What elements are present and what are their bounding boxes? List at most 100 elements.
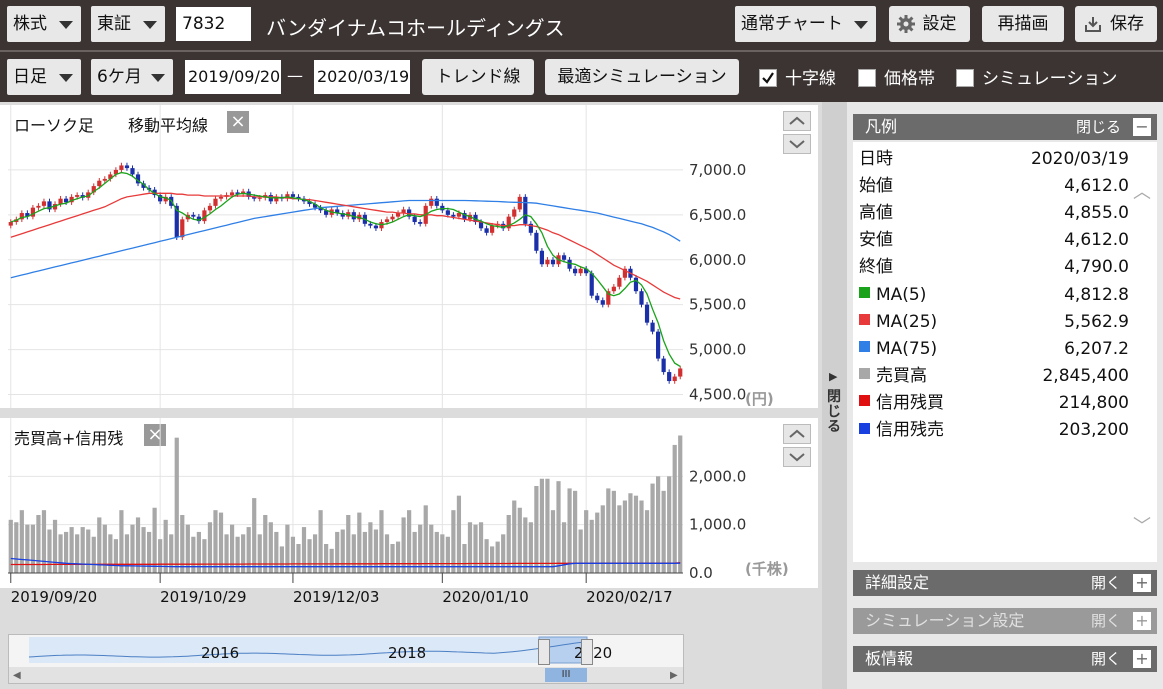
date-to-input[interactable]: 2020/03/19: [314, 60, 410, 94]
volume-bar: [19, 510, 24, 573]
volume-bar: [484, 539, 489, 573]
navigator-right-handle[interactable]: [581, 639, 593, 665]
candle-body: [75, 195, 80, 197]
candle-body: [218, 196, 224, 199]
legend-key: 信用残買: [859, 390, 944, 417]
candle-body: [611, 286, 616, 292]
section-open-label[interactable]: 開く: [1091, 608, 1121, 634]
legend-row: MA(25) 5,562.9: [859, 309, 1129, 336]
volume-bar: [639, 500, 644, 573]
trendline-button[interactable]: トレンド線: [422, 59, 534, 95]
legend-value: 203,200: [1058, 420, 1129, 440]
settings-label: 設定: [922, 14, 957, 34]
volume-bar: [423, 505, 428, 573]
volume-bar: [628, 493, 633, 573]
expand-icon[interactable]: +: [1133, 574, 1151, 592]
y-tick-label: 2,000.0: [689, 467, 746, 485]
candle-body: [124, 165, 130, 169]
section-header[interactable]: シミュレーション設定 開く +: [853, 608, 1157, 634]
legend-toggle-strip[interactable]: ▶ 閉じる: [822, 102, 847, 689]
candle-body: [373, 225, 379, 229]
scroll-left-icon[interactable]: ◀: [13, 670, 21, 681]
volume-bar: [30, 524, 35, 573]
legend-swatch: [859, 395, 870, 407]
expand-icon[interactable]: +: [1133, 650, 1151, 668]
volume-bar: [152, 507, 157, 573]
price-chart: 7,000.0 6,500.0 6,000.0 5,500.0 5,000.0 4,500…: [8, 105, 746, 408]
collapse-icon[interactable]: −: [1133, 118, 1151, 136]
volume-bar: [108, 534, 113, 573]
period-type-dropdown[interactable]: 日足: [7, 59, 81, 95]
date-from-input[interactable]: 2019/09/20: [185, 60, 281, 94]
chevron-down-icon: [151, 74, 165, 82]
expand-icon[interactable]: +: [1133, 612, 1151, 630]
volume-bar: [86, 529, 91, 573]
legend-value: 2020/03/19: [1031, 149, 1129, 169]
volume-bar: [25, 524, 30, 573]
legend-row: 高値 4,855.0: [859, 200, 1129, 227]
volume-bar: [528, 522, 533, 573]
chevron-down-icon: [59, 21, 73, 29]
legend-key: 安値: [859, 230, 893, 251]
legend-value: 4,790.0: [1064, 257, 1129, 278]
candle-body: [639, 291, 644, 305]
save-button[interactable]: 保存: [1075, 6, 1157, 42]
volume-bar: [102, 524, 107, 573]
section-header[interactable]: 詳細設定 開く +: [853, 570, 1157, 596]
simulation-checkbox[interactable]: [956, 69, 974, 87]
navigator-label-2016: 2016: [201, 644, 240, 662]
legend-header: 凡例 閉じる −: [853, 114, 1157, 140]
optimal-simulation-button[interactable]: 最適シミュレーション: [545, 59, 739, 95]
candle-body: [678, 368, 683, 377]
navigator-left-handle[interactable]: [538, 639, 550, 665]
candle-body: [595, 295, 600, 301]
legend-value: 5,562.9: [1064, 311, 1129, 332]
ma25-line: [10, 192, 681, 300]
candle-body: [517, 196, 522, 210]
chart-mode-dropdown[interactable]: 通常チャート: [735, 6, 876, 42]
volume-bar: [495, 541, 500, 573]
chevron-down-icon: [59, 74, 73, 82]
candle-body: [390, 216, 395, 220]
volume-bar: [202, 539, 207, 573]
candle-body: [429, 198, 434, 206]
redraw-button[interactable]: 再描画: [982, 6, 1064, 42]
crosshair-checkbox[interactable]: [759, 69, 777, 87]
section-header[interactable]: 板情報 開く +: [853, 646, 1157, 672]
price-band-checkbox[interactable]: [858, 69, 876, 87]
legend-key: 売買高: [859, 363, 927, 390]
volume-bar: [47, 529, 52, 573]
candle-body: [36, 205, 41, 208]
stock-code-input[interactable]: 7832: [176, 7, 251, 41]
chevron-up-icon[interactable]: ︿: [1133, 178, 1151, 204]
legend-body: 日時 2020/03/19 始値 4,612.0 高値 4,855.0 安値 4,612.0 終…: [853, 142, 1157, 562]
navigator-scroll-thumb[interactable]: III: [545, 668, 587, 682]
volume-bar: [124, 534, 130, 573]
candle-body: [490, 225, 495, 233]
legend-swatch: [859, 341, 870, 353]
candle-body: [119, 165, 124, 170]
legend-value: 214,800: [1058, 392, 1129, 413]
section-title: シミュレーション設定: [865, 611, 1025, 630]
volume-bar: [75, 534, 80, 573]
settings-button[interactable]: 設定: [889, 6, 970, 42]
candle-body: [600, 300, 605, 305]
candle-body: [456, 213, 462, 217]
navigator-scrollbar[interactable]: ◀ III ▶: [9, 667, 683, 683]
volume-bar: [174, 437, 179, 573]
chevron-down-icon[interactable]: ﹀: [1133, 512, 1151, 538]
volume-bar: [473, 524, 478, 573]
scroll-right-icon[interactable]: ▶: [670, 670, 678, 681]
legend-close-label[interactable]: 閉じる: [1076, 114, 1121, 140]
exchange-dropdown[interactable]: 東証: [91, 6, 165, 42]
legend-title: 凡例: [865, 117, 898, 136]
market-type-dropdown[interactable]: 株式: [7, 6, 81, 42]
candle-body: [418, 222, 423, 224]
candle-body: [434, 198, 439, 206]
candle-body: [672, 376, 677, 382]
section-open-label[interactable]: 開く: [1091, 646, 1121, 672]
section-open-label[interactable]: 開く: [1091, 570, 1121, 596]
range-dropdown[interactable]: 6ケ月: [91, 59, 173, 95]
triangle-right-icon: ▶: [829, 370, 838, 383]
range-navigator[interactable]: 2016 2018 2020 ◀ III ▶: [8, 634, 684, 684]
